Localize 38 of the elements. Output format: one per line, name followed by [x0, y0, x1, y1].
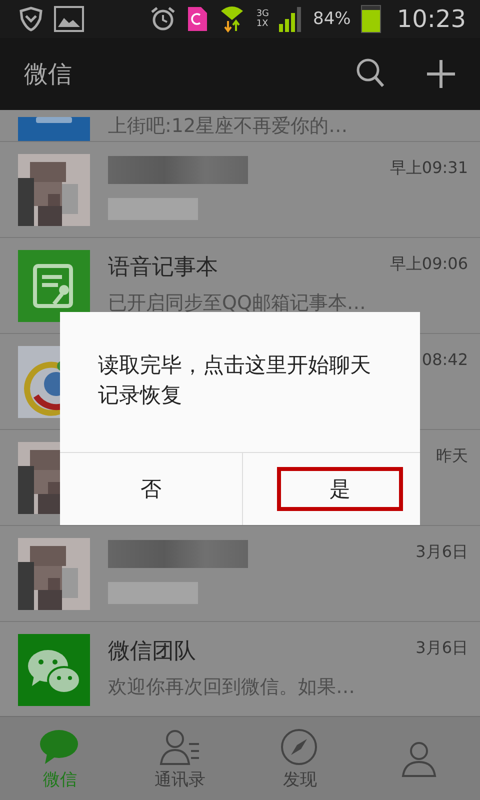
- nav-tab[interactable]: 通讯录: [120, 717, 240, 800]
- chat-bubbles-icon: [18, 634, 90, 706]
- battery-percent: 84%: [313, 9, 351, 29]
- network-type-label: 1X: [256, 19, 270, 29]
- app-icon: [186, 6, 208, 32]
- battery-icon: [360, 5, 381, 33]
- add-icon[interactable]: [426, 59, 456, 89]
- tab-label: 发现: [283, 768, 317, 790]
- message-time: 早上09:31: [390, 158, 468, 179]
- note-icon: [18, 250, 90, 322]
- dialog-button[interactable]: 否: [60, 453, 242, 525]
- message-preview: 欢迎你再次回到微信。如果…: [108, 675, 355, 700]
- tab-label: 通讯录: [154, 768, 206, 790]
- contact-name: 语音记事本: [108, 254, 218, 282]
- message-preview: 已开启同步至QQ邮箱记事本…: [108, 291, 366, 316]
- message-time: 08:42: [422, 350, 468, 369]
- message-time: 3月6日: [416, 638, 468, 659]
- search-icon[interactable]: [356, 58, 386, 90]
- dialog-message: 读取完毕，点击这里开始聊天记录恢复: [97, 352, 372, 409]
- message-time: 早上09:06: [390, 254, 468, 275]
- network-type-label: 3G: [256, 9, 270, 19]
- signal-icon: [279, 6, 304, 32]
- image-icon: [54, 6, 84, 32]
- message-time: 昨天: [436, 446, 468, 467]
- tab-label: 微信: [43, 768, 77, 790]
- message-time: 3月6日: [416, 542, 468, 563]
- clock: 10:23: [396, 5, 466, 33]
- alarm-clock-icon: [150, 6, 176, 32]
- app-title: 微信: [24, 59, 73, 90]
- contact-name: 微信团队: [108, 638, 196, 666]
- contacts-icon: [159, 728, 201, 766]
- news-logo-icon: [18, 346, 60, 418]
- highlighted-button[interactable]: 是: [277, 467, 403, 511]
- message-preview: 上街吧:12星座不再爱你的…: [108, 114, 348, 138]
- chat-bubble-icon: [39, 728, 81, 766]
- shield-icon: [18, 6, 44, 32]
- avatar-icon: [18, 117, 90, 141]
- nav-tab[interactable]: 发现: [240, 717, 360, 800]
